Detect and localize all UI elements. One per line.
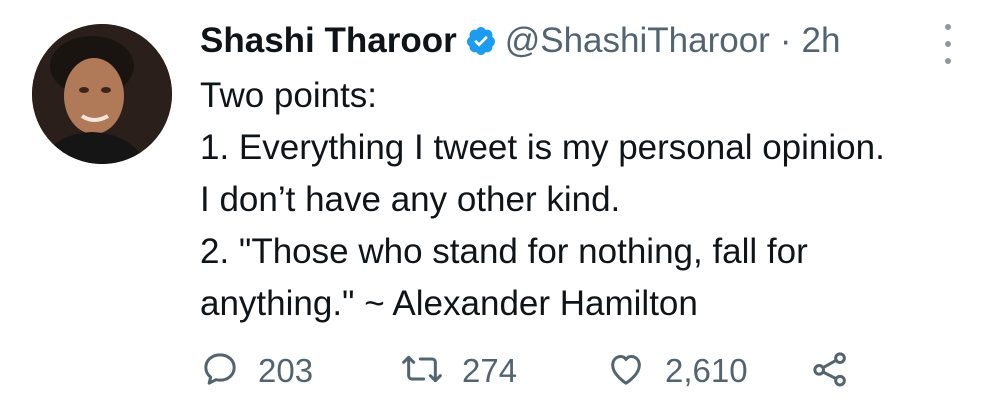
reply-count: 203 (258, 352, 314, 389)
reply-bubble-icon (200, 349, 240, 394)
share-icon (810, 349, 850, 394)
tweet-text-line: 2. "Those who stand for nothing, fall fo… (200, 232, 808, 271)
more-vertical-icon[interactable] (940, 24, 956, 64)
heart-icon (605, 349, 647, 394)
tweet-timestamp[interactable]: 2h (801, 21, 840, 61)
author-display-name[interactable]: Shashi Tharoor (200, 21, 457, 61)
separator-dot: · (779, 21, 792, 60)
tweet-header: Shashi Tharoor @ShashiTharoor · 2h (200, 18, 840, 64)
avatar-portrait-image (32, 24, 172, 164)
retweet-arrows-icon (400, 349, 444, 394)
tweet-text: Two points: 1. Everything I tweet is my … (200, 70, 980, 330)
tweet-actions: 203 274 2,610 (200, 346, 850, 396)
tweet-card[interactable]: Shashi Tharoor @ShashiTharoor · 2h Two p… (0, 0, 1000, 403)
like-button[interactable]: 2,610 (605, 349, 810, 394)
verified-badge-icon (465, 25, 497, 57)
author-handle[interactable]: @ShashiTharoor (505, 21, 770, 61)
retweet-count: 274 (462, 352, 518, 389)
avatar[interactable] (32, 24, 172, 164)
tweet-text-line: anything." ~ Alexander Hamilton (200, 284, 698, 323)
like-count: 2,610 (665, 352, 748, 389)
tweet-text-line: I don’t have any other kind. (200, 180, 621, 219)
share-button[interactable] (810, 349, 850, 394)
retweet-button[interactable]: 274 (400, 349, 605, 394)
tweet-text-line: Two points: (200, 76, 378, 115)
reply-button[interactable]: 203 (200, 349, 400, 394)
tweet-text-line: 1. Everything I tweet is my personal opi… (200, 128, 885, 167)
